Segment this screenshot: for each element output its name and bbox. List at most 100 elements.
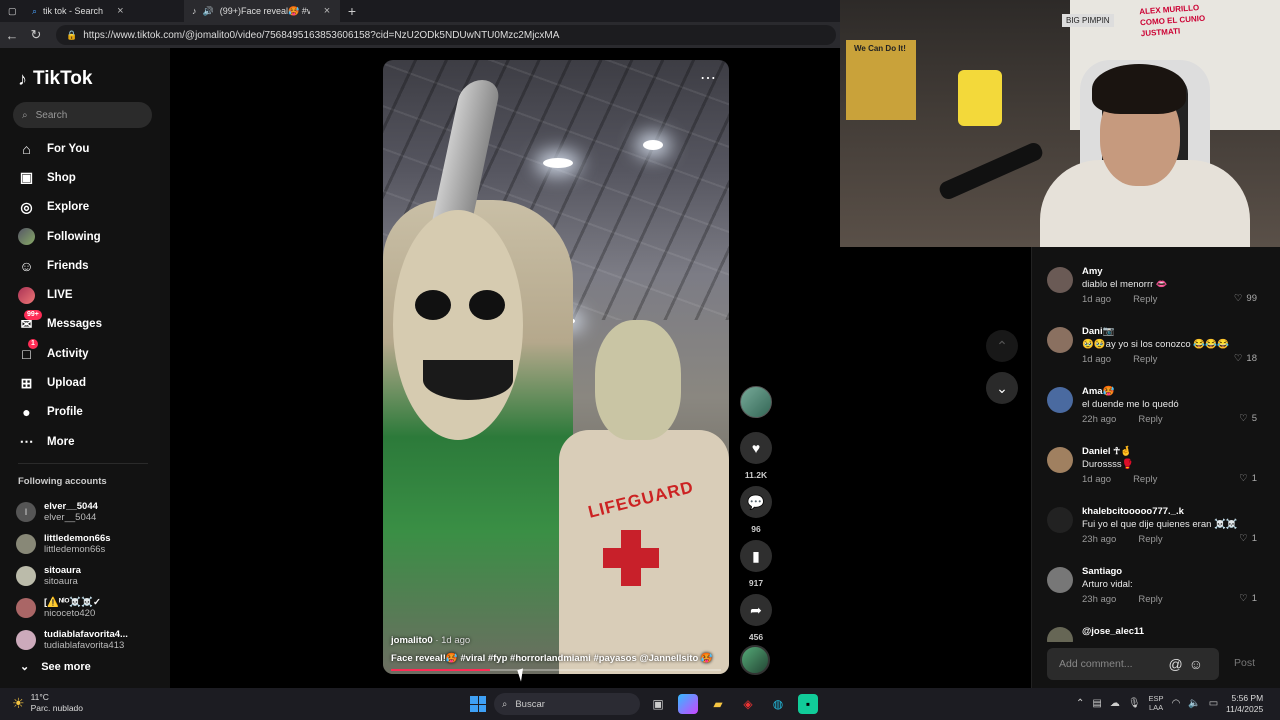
copilot-icon[interactable] [678, 694, 698, 714]
video-player[interactable]: LIFEGUARD ⋯ jomalito0 · 1d ago Face reve… [383, 60, 729, 674]
taskbar-search[interactable]: ⌕ Buscar [494, 693, 640, 715]
comment-action[interactable]: 💬 96 [738, 486, 774, 534]
following-account[interactable]: [⚠️ᴺˡᴼ☠️☠️✓ nicoceto420 [16, 592, 166, 624]
shield-icon[interactable]: ◈ [738, 694, 758, 714]
app-icon[interactable]: ▪ [798, 694, 818, 714]
post-button[interactable]: Post [1234, 657, 1255, 669]
video-progress-bar[interactable] [391, 669, 721, 671]
nav-explore[interactable]: ◎ Explore [0, 193, 170, 222]
following-account[interactable]: littledemon66s littledemon66s [16, 528, 166, 560]
nav-more[interactable]: ⋯ More [0, 427, 170, 456]
following-avatar-icon [18, 228, 35, 246]
nav-profile[interactable]: ● Profile [0, 398, 170, 427]
heart-icon[interactable]: ♥ [740, 432, 772, 464]
reply-button[interactable]: Reply [1133, 354, 1157, 365]
share-icon[interactable]: ➦ [740, 594, 772, 626]
comment-author[interactable]: Dani📷 [1082, 326, 1114, 337]
wifi-icon[interactable]: ◠ [1172, 698, 1181, 709]
avatar [16, 630, 36, 650]
comment-author[interactable]: Amy [1082, 266, 1103, 277]
nav-following[interactable]: Following [0, 222, 170, 251]
edge-browser-icon[interactable]: ◍ [768, 694, 788, 714]
avatar[interactable] [1047, 267, 1073, 293]
close-tab-icon[interactable]: × [117, 5, 123, 17]
comment-like[interactable]: ♡ 1 [1239, 473, 1257, 484]
wall-sign: BIG PIMPIN [1062, 14, 1114, 27]
comment-author[interactable]: khalebcitooooo777._.k [1082, 506, 1184, 517]
reply-button[interactable]: Reply [1133, 294, 1157, 305]
audio-icon[interactable]: 🔊 [203, 6, 214, 17]
nav-friends[interactable]: ☺ Friends [0, 251, 170, 280]
task-view-icon[interactable]: ▣ [648, 694, 668, 714]
see-more-button[interactable]: ⌄ See more [20, 660, 91, 674]
save-action[interactable]: ▮ 917 [738, 540, 774, 588]
reply-button[interactable]: Reply [1138, 594, 1162, 605]
nav-shop[interactable]: ▣ Shop [0, 163, 170, 192]
next-video-icon[interactable]: ⌄ [986, 372, 1018, 404]
author-avatar[interactable] [740, 386, 772, 418]
close-tab-icon[interactable]: × [324, 5, 330, 17]
tiktok-logo[interactable]: ♪ TikTok [18, 68, 92, 90]
tray-app-icon[interactable]: ▤ [1092, 698, 1101, 709]
comment-author[interactable]: @jose_alec11 [1082, 626, 1144, 637]
following-account[interactable]: sitoaura sitoaura [16, 560, 166, 592]
comment-like[interactable]: ♡ 5 [1239, 413, 1257, 424]
video-author[interactable]: jomalito0 · 1d ago [391, 635, 470, 646]
ceiling-light [643, 140, 663, 150]
file-explorer-icon[interactable]: ▰ [708, 694, 728, 714]
comment-like[interactable]: ♡ 99 [1234, 293, 1257, 304]
cloud-icon[interactable]: ☁ [1110, 698, 1120, 709]
reply-button[interactable]: Reply [1138, 414, 1162, 425]
emoji-icon[interactable]: ☺ [1189, 656, 1209, 672]
following-account[interactable]: Ielver__5044 elver__5044 [16, 496, 166, 528]
comment-like[interactable]: ♡ 1 [1239, 593, 1257, 604]
chevron-up-icon[interactable]: ⌃ [1076, 698, 1084, 709]
comment-like[interactable]: ♡ 18 [1234, 353, 1257, 364]
heart-icon: ♡ [1233, 353, 1243, 364]
start-button[interactable] [470, 696, 486, 712]
nav-upload[interactable]: ⊞ Upload [0, 368, 170, 397]
like-action[interactable]: ♥ 11.2K [738, 432, 774, 480]
search-input[interactable]: ⌕ Search [13, 102, 152, 128]
nav-live[interactable]: LIVE [0, 280, 170, 309]
mention-icon[interactable]: @ [1168, 656, 1188, 672]
avatar[interactable] [1047, 447, 1073, 473]
avatar[interactable] [1047, 507, 1073, 533]
share-action[interactable]: ➦ 456 [738, 594, 774, 642]
avatar[interactable] [1047, 627, 1073, 642]
volume-icon[interactable]: 🔈 [1188, 698, 1200, 709]
comment-icon[interactable]: 💬 [740, 486, 772, 518]
battery-icon[interactable]: ▭ [1209, 698, 1218, 709]
comment-author[interactable]: Santiago [1082, 566, 1122, 577]
comment-author[interactable]: Ama🥵 [1082, 386, 1114, 397]
nav-for-you[interactable]: ⌂ For You [0, 134, 170, 163]
avatar[interactable] [1047, 327, 1073, 353]
reply-button[interactable]: Reply [1133, 474, 1157, 485]
tab-search[interactable]: ⌕ tik tok - Search × [24, 0, 184, 22]
comment-like[interactable]: ♡ 1 [1239, 533, 1257, 544]
comment-author[interactable]: Daniel ☥️🤞 [1082, 446, 1132, 457]
avatar[interactable] [1047, 387, 1073, 413]
music-disc-avatar[interactable] [740, 645, 770, 675]
back-icon[interactable]: ← [0, 28, 24, 43]
avatar[interactable] [1047, 567, 1073, 593]
video-more-icon[interactable]: ⋯ [700, 68, 717, 88]
tab-tiktok[interactable]: ♪ 🔊 (99+)Face reveal🥵 #viral # × [184, 0, 340, 22]
refresh-icon[interactable]: ↻ [24, 27, 48, 43]
nav-messages[interactable]: ✉ 99+ Messages [0, 309, 170, 339]
search-icon: ⌕ [22, 109, 28, 121]
bookmark-icon[interactable]: ▮ [740, 540, 772, 572]
new-tab-button[interactable]: + [340, 3, 364, 19]
window-menu-icon[interactable]: ▢ [0, 0, 24, 22]
previous-video-icon[interactable]: ⌃ [986, 330, 1018, 362]
url-field[interactable]: 🔒 https://www.tiktok.com/@jomalito0/vide… [56, 25, 836, 45]
comment-input[interactable]: Add comment... @☺ [1047, 648, 1219, 680]
weather-widget[interactable]: ☀ 11°C Parc. nublado [12, 692, 83, 714]
language-indicator[interactable]: ESP LAA [1149, 694, 1164, 712]
nav-activity[interactable]: □ 1 Activity [0, 339, 170, 368]
following-account[interactable]: tudiablafavorita4... tudiablafavorita413 [16, 624, 166, 656]
clock[interactable]: 5:56 PM 11/4/2025 [1226, 693, 1263, 715]
mic-icon[interactable]: 🎙 [1128, 698, 1141, 709]
comment-placeholder: Add comment... [1059, 658, 1133, 670]
reply-button[interactable]: Reply [1138, 534, 1162, 545]
